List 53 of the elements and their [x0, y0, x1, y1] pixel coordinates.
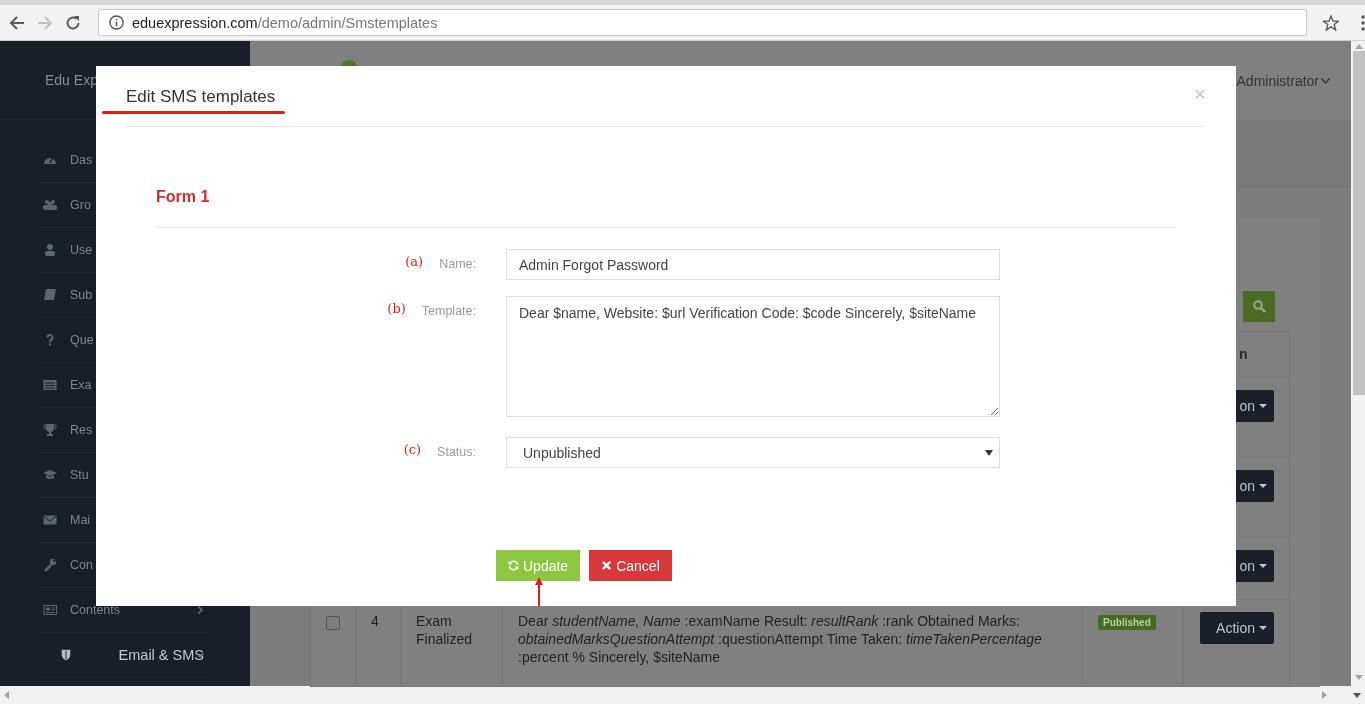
close-icon	[601, 560, 613, 571]
users-icon	[43, 198, 57, 212]
user-icon	[43, 243, 57, 257]
form-legend: Form 1	[156, 189, 1176, 228]
caret-icon	[1259, 404, 1267, 408]
graduation-cap-icon	[43, 468, 57, 482]
scroll-down-arrow-icon[interactable]	[1353, 692, 1361, 698]
shield-icon	[60, 648, 72, 662]
search-button[interactable]	[1243, 291, 1275, 322]
annotation-label: (b)	[387, 302, 406, 316]
annotation-arrow	[534, 577, 544, 606]
status-select[interactable]: Unpublished	[506, 437, 1000, 468]
row-number: 4	[371, 613, 379, 629]
annotation-label: (c)	[403, 443, 422, 457]
row-checkbox[interactable]	[326, 616, 340, 630]
star-icon[interactable]	[1323, 14, 1339, 31]
field-label: Status:	[437, 445, 476, 459]
chevron-down-icon	[1321, 77, 1330, 84]
url-path: /demo/admin/Smstemplates	[257, 14, 438, 31]
scroll-right-arrow-icon[interactable]	[1322, 691, 1327, 699]
horizontal-scrollbar[interactable]	[0, 686, 1365, 704]
field-label: Name:	[439, 257, 476, 271]
book-icon	[43, 288, 57, 302]
refresh-icon	[508, 560, 519, 571]
status-badge: Published	[1098, 615, 1156, 630]
menu-dots-icon[interactable]	[1361, 14, 1365, 31]
action-button[interactable]: Action	[1200, 612, 1274, 644]
template-textarea[interactable]: Dear $name, Website: $url Verification Code: $code Sincerely, $siteName	[506, 296, 1000, 417]
dropdown-arrow-icon	[985, 449, 993, 456]
name-input[interactable]: Admin Forgot Password	[506, 249, 1000, 280]
dialog-title: Edit SMS templates	[126, 87, 276, 107]
column-header: n	[1238, 346, 1248, 362]
template-text: Dear studentName, Name :examName Result: resultRank :rank Obtained Marks: obtainedMarksQuestionAttempt :questionAttempt Time Taken: timeTakenPercentage :percent % Sincerely, $siteName	[518, 613, 1042, 665]
scroll-up-arrow-icon[interactable]	[1355, 44, 1363, 49]
address-bar[interactable]: eduexpression.com/demo/admin/Smstemplates	[97, 9, 1307, 36]
caret-icon	[1259, 564, 1267, 568]
vertical-scrollbar[interactable]	[1351, 41, 1365, 686]
caret-icon	[1259, 626, 1267, 630]
search-icon	[1252, 300, 1266, 313]
list-card-icon	[43, 378, 57, 392]
cancel-button[interactable]: Cancel	[589, 550, 672, 581]
template-name: Exam Finalized	[416, 613, 473, 647]
sidebar-item[interactable]: Email & SMS	[40, 633, 210, 678]
field-label: Template:	[421, 304, 476, 318]
trophy-icon	[43, 423, 57, 437]
newspaper-icon	[43, 603, 57, 617]
annotation-label: (a)	[405, 255, 424, 269]
caret-icon	[1259, 484, 1267, 488]
url-host: eduexpression.com	[131, 14, 258, 31]
envelope-icon	[43, 513, 57, 527]
info-icon	[108, 15, 124, 30]
scroll-left-arrow-icon[interactable]	[4, 691, 9, 699]
wrench-icon	[43, 558, 57, 572]
